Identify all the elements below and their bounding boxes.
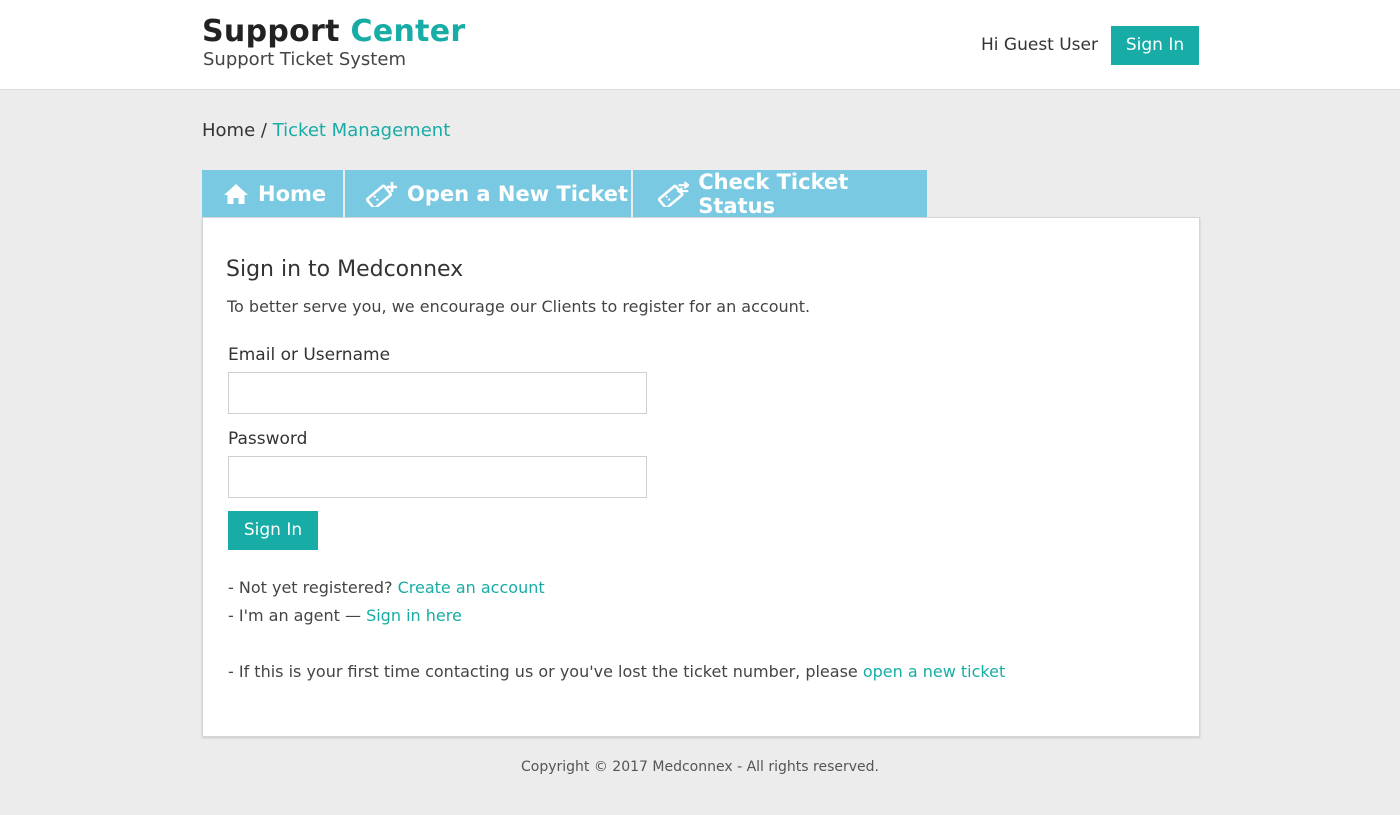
brand-title-main: Support: [202, 14, 340, 49]
main-nav-tabs: Home Open a New Ticket Check Ticket Stat…: [202, 170, 927, 218]
brand-subtitle: Support Ticket System: [203, 49, 406, 70]
tab-home[interactable]: Home: [202, 170, 343, 218]
ticket-check-icon: [658, 181, 690, 207]
breadcrumb-home[interactable]: Home: [202, 120, 255, 141]
agent-note-text: - I'm an agent —: [228, 606, 361, 625]
brand-title: Support Center: [202, 14, 466, 50]
intro-text: To better serve you, we encourage our Cl…: [227, 297, 811, 316]
header-sign-in-button[interactable]: Sign In: [1111, 26, 1199, 65]
ticket-plus-icon: [366, 182, 397, 207]
breadcrumb-separator: /: [260, 120, 267, 141]
register-note: - Not yet registered? Create an account: [228, 577, 545, 599]
open-new-ticket-link[interactable]: open a new ticket: [863, 662, 1005, 681]
footer-copyright: Copyright © 2017 Medconnex - All rights …: [521, 759, 879, 775]
brand-title-accent: Center: [350, 14, 466, 49]
email-field[interactable]: [228, 372, 647, 414]
breadcrumb-current: Ticket Management: [272, 120, 451, 141]
password-field[interactable]: [228, 456, 647, 498]
sign-in-panel: Sign in to Medconnex To better serve you…: [202, 217, 1200, 737]
tab-home-label: Home: [258, 182, 327, 206]
password-label: Password: [228, 429, 308, 449]
first-time-note: - If this is your first time contacting …: [228, 661, 1005, 683]
tab-open-new-ticket-label: Open a New Ticket: [407, 182, 629, 206]
tab-check-ticket-status[interactable]: Check Ticket Status: [633, 170, 927, 218]
breadcrumb: Home / Ticket Management: [202, 119, 450, 143]
tab-open-new-ticket[interactable]: Open a New Ticket: [345, 170, 631, 218]
brand[interactable]: Support Center Support Ticket System: [202, 14, 466, 71]
agent-note: - I'm an agent — Sign in here: [228, 605, 462, 627]
first-time-note-text: - If this is your first time contacting …: [228, 662, 858, 681]
sign-in-submit-button[interactable]: Sign In: [228, 511, 318, 550]
create-account-link[interactable]: Create an account: [398, 578, 545, 597]
register-note-text: - Not yet registered?: [228, 578, 393, 597]
agent-sign-in-link[interactable]: Sign in here: [366, 606, 462, 625]
home-icon: [224, 184, 248, 204]
page-title: Sign in to Medconnex: [226, 257, 464, 282]
tab-check-ticket-status-label: Check Ticket Status: [698, 170, 849, 218]
user-greeting: Hi Guest User: [981, 35, 1098, 55]
email-label: Email or Username: [228, 345, 391, 365]
site-header: Support Center Support Ticket System Hi …: [0, 0, 1400, 90]
